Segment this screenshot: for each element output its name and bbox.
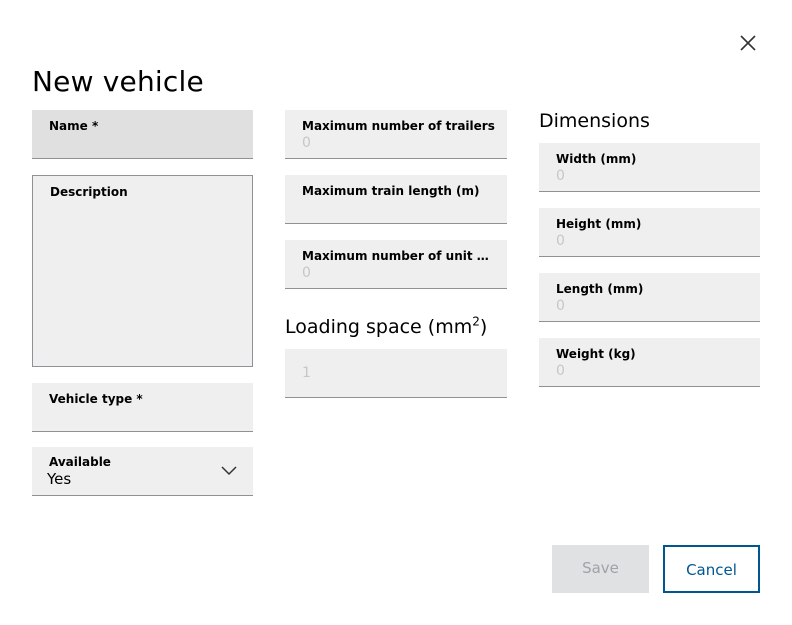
max-unit-loads-field[interactable]: Maximum number of unit loa... 0 (285, 240, 507, 289)
close-icon (740, 35, 756, 51)
vehicle-type-label: Vehicle type * (49, 392, 143, 406)
weight-field[interactable]: Weight (kg) 0 (539, 338, 760, 387)
description-label: Description (50, 185, 128, 199)
loading-space-heading-end: ) (479, 316, 488, 338)
new-vehicle-dialog: New vehicle Name * Description Vehicle t… (0, 0, 792, 625)
length-field[interactable]: Length (mm) 0 (539, 273, 760, 322)
max-unit-loads-placeholder: 0 (302, 265, 311, 281)
loading-space-field[interactable]: 1 (285, 349, 507, 398)
chevron-down-icon (220, 463, 238, 477)
available-select[interactable]: Available Yes (32, 447, 253, 496)
height-label: Height (mm) (556, 217, 642, 231)
width-label: Width (mm) (556, 152, 637, 166)
cancel-button[interactable]: Cancel (663, 545, 760, 593)
dialog-title: New vehicle (32, 65, 204, 98)
length-label: Length (mm) (556, 282, 644, 296)
max-trailers-placeholder: 0 (302, 135, 311, 151)
name-field[interactable]: Name * (32, 110, 253, 159)
name-label: Name * (49, 119, 99, 133)
max-unit-loads-label: Maximum number of unit loa... (302, 249, 492, 263)
loading-space-heading-text: Loading space (mm (285, 316, 473, 338)
vehicle-type-field[interactable]: Vehicle type * (32, 383, 253, 432)
width-placeholder: 0 (556, 168, 565, 184)
description-field[interactable]: Description (32, 175, 253, 367)
max-train-length-field[interactable]: Maximum train length (m) (285, 175, 507, 224)
max-trailers-label: Maximum number of trailers (302, 119, 495, 133)
height-field[interactable]: Height (mm) 0 (539, 208, 760, 257)
save-button[interactable]: Save (552, 545, 649, 593)
dimensions-heading: Dimensions (539, 110, 650, 132)
available-label: Available (49, 455, 111, 469)
width-field[interactable]: Width (mm) 0 (539, 143, 760, 192)
weight-label: Weight (kg) (556, 347, 636, 361)
loading-space-heading-sup: 2 (472, 314, 480, 329)
loading-space-placeholder: 1 (302, 365, 311, 381)
weight-placeholder: 0 (556, 363, 565, 379)
close-button[interactable] (734, 29, 762, 57)
length-placeholder: 0 (556, 298, 565, 314)
height-placeholder: 0 (556, 233, 565, 249)
max-train-length-label: Maximum train length (m) (302, 184, 480, 198)
loading-space-heading: Loading space (mm2) (285, 315, 487, 339)
max-trailers-field[interactable]: Maximum number of trailers 0 (285, 110, 507, 159)
available-selected-value: Yes (47, 470, 72, 488)
